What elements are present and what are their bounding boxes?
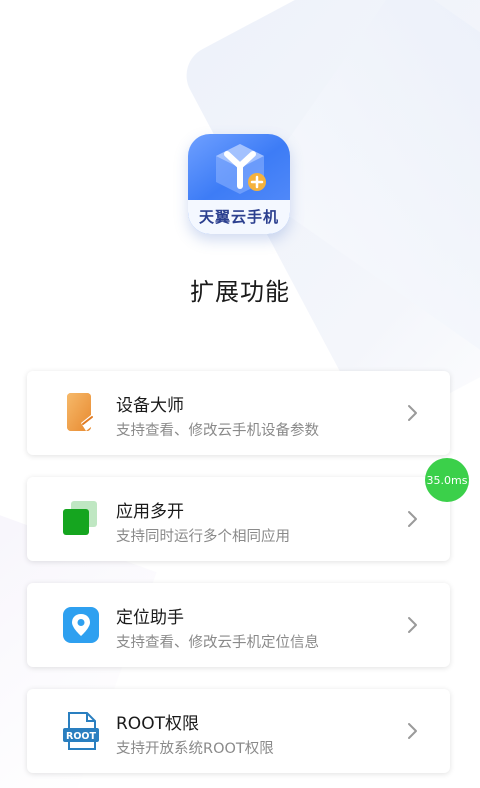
chevron-right-icon <box>408 511 417 527</box>
feature-card-multi-app[interactable]: 应用多开 支持同时运行多个相同应用 <box>27 477 450 561</box>
feature-title: 定位助手 <box>116 608 184 628</box>
feature-card-device-master[interactable]: 设备大师 支持查看、修改云手机设备参数 <box>27 371 450 455</box>
feature-title: 应用多开 <box>116 502 184 522</box>
feature-title: ROOT权限 <box>116 714 199 734</box>
feature-description: 支持开放系统ROOT权限 <box>116 741 274 757</box>
chevron-right-icon <box>408 723 417 739</box>
feature-description: 支持查看、修改云手机设备参数 <box>116 423 319 439</box>
app-logo: 天翼云手机 <box>188 134 290 236</box>
feature-title: 设备大师 <box>116 396 184 416</box>
feature-card-root[interactable]: ROOT ROOT权限 支持开放系统ROOT权限 <box>27 689 450 773</box>
cube-logo-icon <box>216 144 266 194</box>
root-file-icon: ROOT <box>61 711 101 751</box>
feature-card-location[interactable]: 定位助手 支持查看、修改云手机定位信息 <box>27 583 450 667</box>
chevron-right-icon <box>408 405 417 421</box>
device-master-icon <box>61 393 101 433</box>
logo-text: 天翼云手机 <box>198 208 279 226</box>
multi-app-icon <box>61 499 101 539</box>
feature-description: 支持同时运行多个相同应用 <box>116 529 290 545</box>
page-title: 扩展功能 <box>190 278 290 306</box>
location-icon <box>61 605 101 645</box>
latency-badge[interactable]: 35.0ms <box>425 458 469 502</box>
root-icon-label: ROOT <box>66 731 96 742</box>
feature-description: 支持查看、修改云手机定位信息 <box>116 635 319 651</box>
chevron-right-icon <box>408 617 417 633</box>
